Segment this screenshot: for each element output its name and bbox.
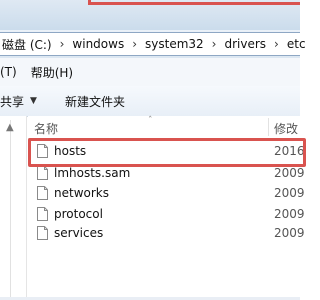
address-field[interactable]: 磁盘 (C:) › windows › system32 › drivers ›… (0, 32, 306, 56)
menu-help[interactable]: 帮助(H) (31, 64, 87, 81)
share-button[interactable]: 共享 ▼ (0, 93, 65, 110)
file-icon (37, 186, 48, 200)
pane-splitter[interactable] (10, 120, 23, 300)
menu-tools[interactable]: (T) (0, 65, 31, 79)
breadcrumb-system32[interactable]: system32 (143, 37, 206, 51)
top-red-annotation (88, 0, 300, 5)
file-modified: 2009 (274, 207, 305, 221)
file-row-networks[interactable]: networks 2009 (30, 184, 305, 204)
column-divider[interactable] (268, 118, 269, 136)
hosts-highlight-annotation (28, 138, 306, 167)
file-name: protocol (54, 207, 103, 221)
file-modified: 2009 (274, 226, 305, 240)
file-name: networks (54, 186, 109, 200)
column-modified-header[interactable]: 修改 (274, 120, 298, 137)
file-icon (37, 166, 48, 180)
file-name: lmhosts.sam (54, 166, 131, 180)
breadcrumb-drive[interactable]: 磁盘 (C:) (0, 36, 54, 53)
sort-chevron-up-icon: ˆ (148, 116, 153, 126)
file-modified: 2009 (274, 166, 305, 180)
menu-bar: (T) 帮助(H) (0, 58, 300, 87)
command-toolbar: 共享 ▼ 新建文件夹 (0, 86, 300, 117)
scroll-up-icon[interactable]: ▲ (6, 122, 14, 133)
breadcrumb-drivers[interactable]: drivers (222, 37, 268, 51)
file-row-protocol[interactable]: protocol 2009 (30, 205, 305, 225)
breadcrumb-windows[interactable]: windows (70, 37, 126, 51)
file-row-services[interactable]: services 2009 (30, 224, 305, 244)
new-folder-button[interactable]: 新建文件夹 (65, 93, 153, 110)
breadcrumb-separator[interactable]: › (206, 37, 223, 51)
column-header: 名称 ˆ 修改 (28, 116, 300, 139)
breadcrumb-separator[interactable]: › (54, 37, 71, 51)
address-bar: 磁盘 (C:) › windows › system32 › drivers ›… (0, 30, 306, 58)
new-folder-label: 新建文件夹 (64, 94, 125, 109)
file-icon (37, 207, 48, 221)
share-label: 共享 (0, 94, 25, 109)
breadcrumb-separator[interactable]: › (126, 37, 143, 51)
column-name-header[interactable]: 名称 (34, 120, 58, 137)
chevron-down-icon: ▼ (30, 96, 37, 106)
file-modified: 2009 (274, 186, 305, 200)
file-icon (37, 226, 48, 240)
breadcrumb-etc[interactable]: etc (285, 37, 308, 51)
file-name: services (54, 226, 104, 240)
file-row-lmhosts[interactable]: lmhosts.sam 2009 (30, 164, 305, 184)
breadcrumb-separator[interactable]: › (268, 37, 285, 51)
